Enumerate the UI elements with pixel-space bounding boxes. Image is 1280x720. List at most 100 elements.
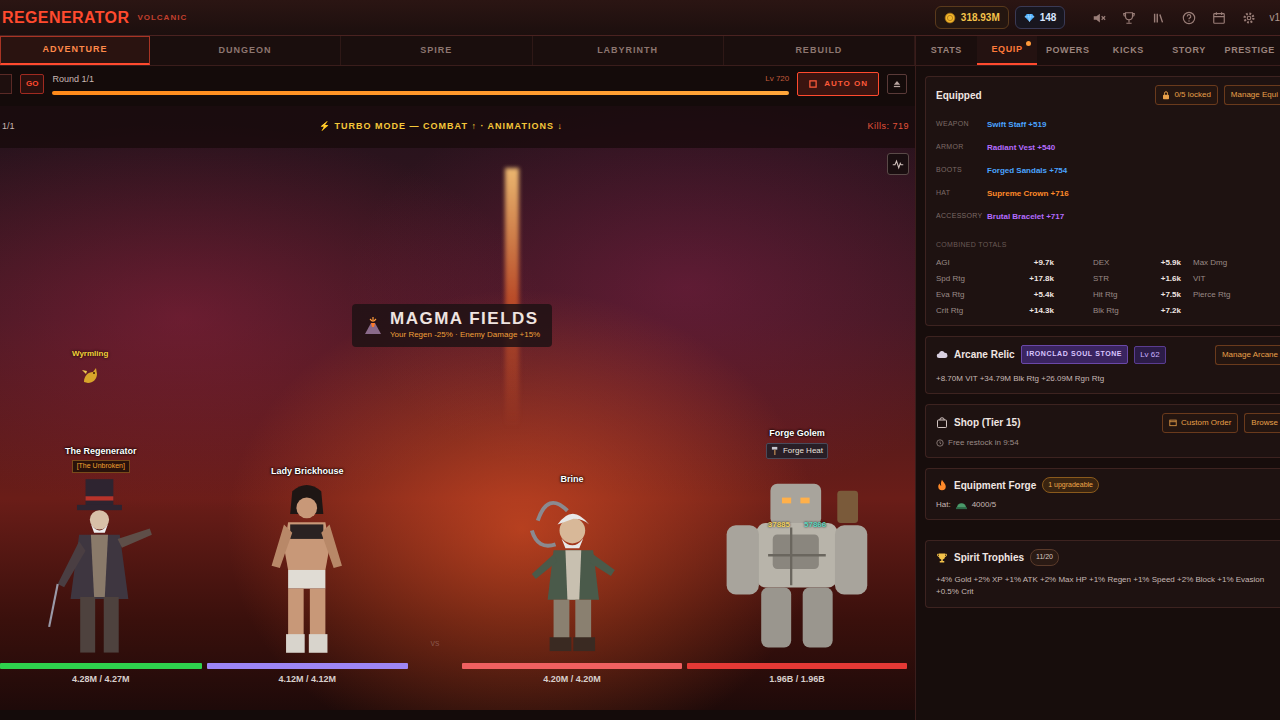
fighter-figure	[207, 483, 409, 659]
custom-order-button[interactable]: Custom Order	[1162, 413, 1238, 433]
gear-icon[interactable]	[1237, 7, 1261, 29]
equipment-slot[interactable]: BOOTSForged Sandals +754	[936, 163, 1280, 178]
panel-tab-label: EQUIP	[992, 43, 1023, 57]
panel-tab[interactable]: KICKS	[1098, 36, 1159, 65]
forge-card: Equipment Forge1 upgradeableHat:4000/5	[925, 468, 1280, 521]
hp-text: 4.28M / 4.27M	[72, 673, 130, 687]
fighter-name: The Regenerator	[65, 445, 137, 459]
card-actions: 0/5 locked Manage Equi	[1155, 85, 1280, 105]
help-icon[interactable]	[1177, 7, 1201, 29]
chart-icon[interactable]	[887, 153, 909, 175]
card-title: Equipment Forge	[954, 478, 1036, 493]
totals-title: COMBINED TOTALS	[936, 240, 1280, 251]
panel-tab[interactable]: EQUIP	[977, 36, 1038, 65]
fighter[interactable]: The Regenerator[The Unbroken] 4.28M / 4.2…	[0, 445, 202, 687]
slot-label: WEAPON	[936, 119, 987, 130]
zone-banner: MAGMA FIELDSYour Regen -25% · Enemy Dama…	[352, 304, 552, 347]
round-progress: Round 1/1 Lv 720	[52, 73, 789, 95]
equipment-slot[interactable]: ARMORRadiant Vest +540	[936, 140, 1280, 155]
calendar-icon[interactable]	[1207, 7, 1231, 29]
item-name: Swift Staff +519	[987, 119, 1046, 131]
trophy-icon	[936, 552, 948, 564]
stat-total: DEX+5.9k	[1054, 257, 1181, 269]
panel-tab[interactable]: PRESTIGE	[1219, 36, 1280, 65]
back-button[interactable]	[0, 74, 12, 94]
card-actions: Manage Arcane	[1215, 345, 1280, 365]
library-icon[interactable]	[1147, 7, 1171, 29]
fighter[interactable]: Lady Brickhouse4.12M / 4.12M	[207, 465, 409, 686]
stat-label: VIT	[1193, 273, 1205, 285]
collapse-icon[interactable]	[887, 74, 907, 94]
mode-tab[interactable]: DUNGEON	[150, 36, 341, 65]
round-label: Round 1/1	[52, 73, 94, 87]
zone-text: MAGMA FIELDSYour Regen -25% · Enemy Dama…	[390, 310, 540, 341]
pet: Wyrmling	[72, 348, 108, 386]
stage-level: Lv 720	[765, 73, 789, 87]
equipment-slot[interactable]: HATSupreme Crown +716	[936, 186, 1280, 201]
panel-tabs: STATS EQUIP POWERS KICKS STORYPRESTIGE	[915, 36, 1280, 65]
card-actions: Custom Order Browse	[1162, 413, 1280, 433]
shop-card: Shop (Tier 15)Custom OrderBrowseFree res…	[925, 404, 1280, 458]
mute-icon[interactable]	[1087, 7, 1111, 29]
stat-label: Eva Rtg	[936, 289, 964, 301]
gem-counter: 148	[1015, 6, 1066, 29]
gem-icon	[1024, 12, 1035, 23]
clock-icon	[936, 439, 944, 447]
turbo-banner: ⚡ TURBO MODE — COMBAT ↑ · ANIMATIONS ↓	[319, 120, 563, 134]
hp-bar	[207, 663, 409, 669]
fighter-figure: 3788557866	[687, 463, 907, 659]
forge-slot: Hat:	[936, 499, 951, 511]
panel-tab-label: STATS	[931, 44, 962, 58]
mode-tab[interactable]: LABYRINTH	[533, 36, 724, 65]
top-bar: REGENERATORVOLCANIC318.93M148v1	[0, 0, 1280, 36]
totals-grid: AGI+9.7kDEX+5.9kMax DmgSpd Rtg+17.8kSTR+…	[936, 257, 1280, 317]
equipment-slot[interactable]: ACCESSORYBrutal Bracelet +717	[936, 209, 1280, 224]
manage-equipment-button[interactable]: Manage Equi	[1224, 85, 1280, 105]
game-title: REGENERATOR	[2, 6, 129, 30]
fighter[interactable]: Forge GolemForge Heat37885578661.96B / 1…	[687, 427, 907, 686]
stat-label: Blk Rtg	[1093, 305, 1119, 317]
fighter-title: [The Unbroken]	[72, 460, 130, 473]
order-icon	[1169, 418, 1177, 427]
hp-text: 1.96B / 1.96B	[769, 673, 825, 687]
mode-tabs: ADVENTUREDUNGEONSPIRELABYRINTHREBUILD	[0, 36, 915, 65]
dragon-icon	[80, 364, 100, 386]
item-name: Brutal Bracelet +717	[987, 211, 1064, 223]
panel-tab[interactable]: POWERS	[1037, 36, 1098, 65]
locked-label: 0/5 locked	[1174, 89, 1210, 101]
panel-tab-label: KICKS	[1113, 44, 1144, 58]
shop-icon	[936, 417, 948, 429]
card-header: Spirit Trophies11/20	[936, 549, 1280, 566]
stat-total: AGI+9.7k	[936, 257, 1054, 269]
locked-button[interactable]: 0/5 locked	[1155, 85, 1217, 105]
stat-total: Crit Rtg+14.3k	[936, 305, 1054, 317]
card-title: Equipped	[936, 88, 982, 103]
go-button[interactable]: GO	[20, 74, 44, 94]
mode-tab[interactable]: REBUILD	[724, 36, 915, 65]
mode-tab[interactable]: ADVENTURE	[0, 36, 150, 65]
manage-arcane-button[interactable]: Manage Arcane	[1215, 345, 1280, 365]
trophy-bonus: +4% Gold +2% XP +1% ATK +2% Max HP +1% R…	[936, 574, 1280, 599]
round-progress-track	[52, 91, 789, 95]
fighter-figure	[0, 477, 202, 659]
panel-tab-label: POWERS	[1046, 44, 1090, 58]
panel-tab[interactable]: STATS	[916, 36, 977, 65]
auto-button[interactable]: AUTO ON	[797, 72, 879, 96]
volcano-icon	[364, 315, 382, 335]
battle-column: GORound 1/1Lv 720AUTO ON1/1⚡ TURBO MODE …	[0, 66, 915, 720]
hp-text: 4.20M / 4.20M	[543, 673, 601, 687]
panel-tab[interactable]: STORY	[1159, 36, 1220, 65]
gem-amount: 148	[1040, 10, 1057, 25]
item-name: Radiant Vest +540	[987, 142, 1055, 154]
mode-tab[interactable]: SPIRE	[341, 36, 532, 65]
version-label: v1	[1267, 10, 1280, 25]
item-name: Forged Sandals +754	[987, 165, 1067, 177]
stat-total: Spd Rtg+17.8k	[936, 273, 1054, 285]
fighters-row: The Regenerator[The Unbroken] 4.28M / 4.2…	[0, 427, 915, 710]
card-header: Shop (Tier 15)Custom OrderBrowse	[936, 413, 1280, 433]
trophy-icon[interactable]	[1117, 7, 1141, 29]
stat-label: STR	[1093, 273, 1109, 285]
browse-button[interactable]: Browse	[1244, 413, 1280, 433]
fighter[interactable]: Brine4.20M / 4.20M	[462, 473, 682, 686]
equipment-slot[interactable]: WEAPONSwift Staff +519	[936, 117, 1280, 132]
